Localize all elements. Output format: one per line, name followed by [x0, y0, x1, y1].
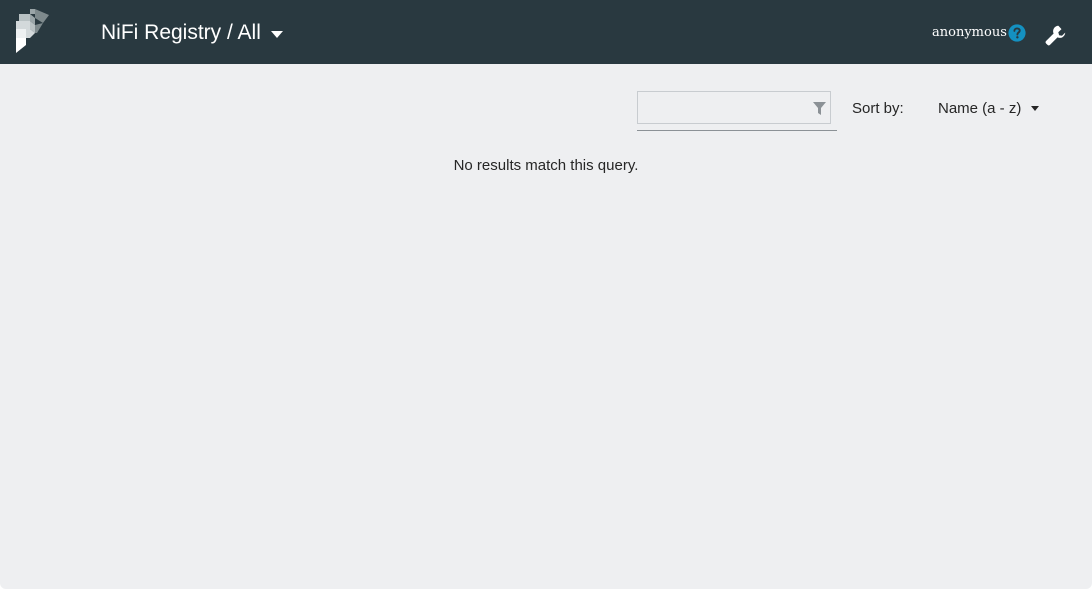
empty-results-message: No results match this query.	[453, 157, 639, 174]
registry-app: NiFi Registry / All anonymous Sort by: N…	[0, 0, 1092, 589]
nifi-registry-logo-icon[interactable]	[13, 9, 53, 55]
bucket-selector[interactable]: NiFi Registry / All	[101, 19, 283, 47]
chevron-down-icon	[270, 30, 283, 38]
wrench-icon[interactable]	[1045, 25, 1066, 46]
sort-select[interactable]: Name (a - z)	[938, 100, 1040, 118]
filter-box	[637, 91, 831, 124]
filter-underline	[637, 130, 837, 131]
current-user-label: anonymous	[932, 25, 1007, 40]
page-title: NiFi Registry / All	[101, 21, 261, 44]
sort-by-label: Sort by:	[852, 100, 904, 117]
chevron-down-icon	[1031, 106, 1040, 111]
filter-icon[interactable]	[813, 102, 826, 115]
top-header-bar: NiFi Registry / All anonymous	[0, 0, 1092, 64]
help-icon[interactable]	[1008, 24, 1026, 42]
filter-input[interactable]	[642, 96, 808, 122]
sort-selected-value: Name (a - z)	[938, 100, 1022, 117]
